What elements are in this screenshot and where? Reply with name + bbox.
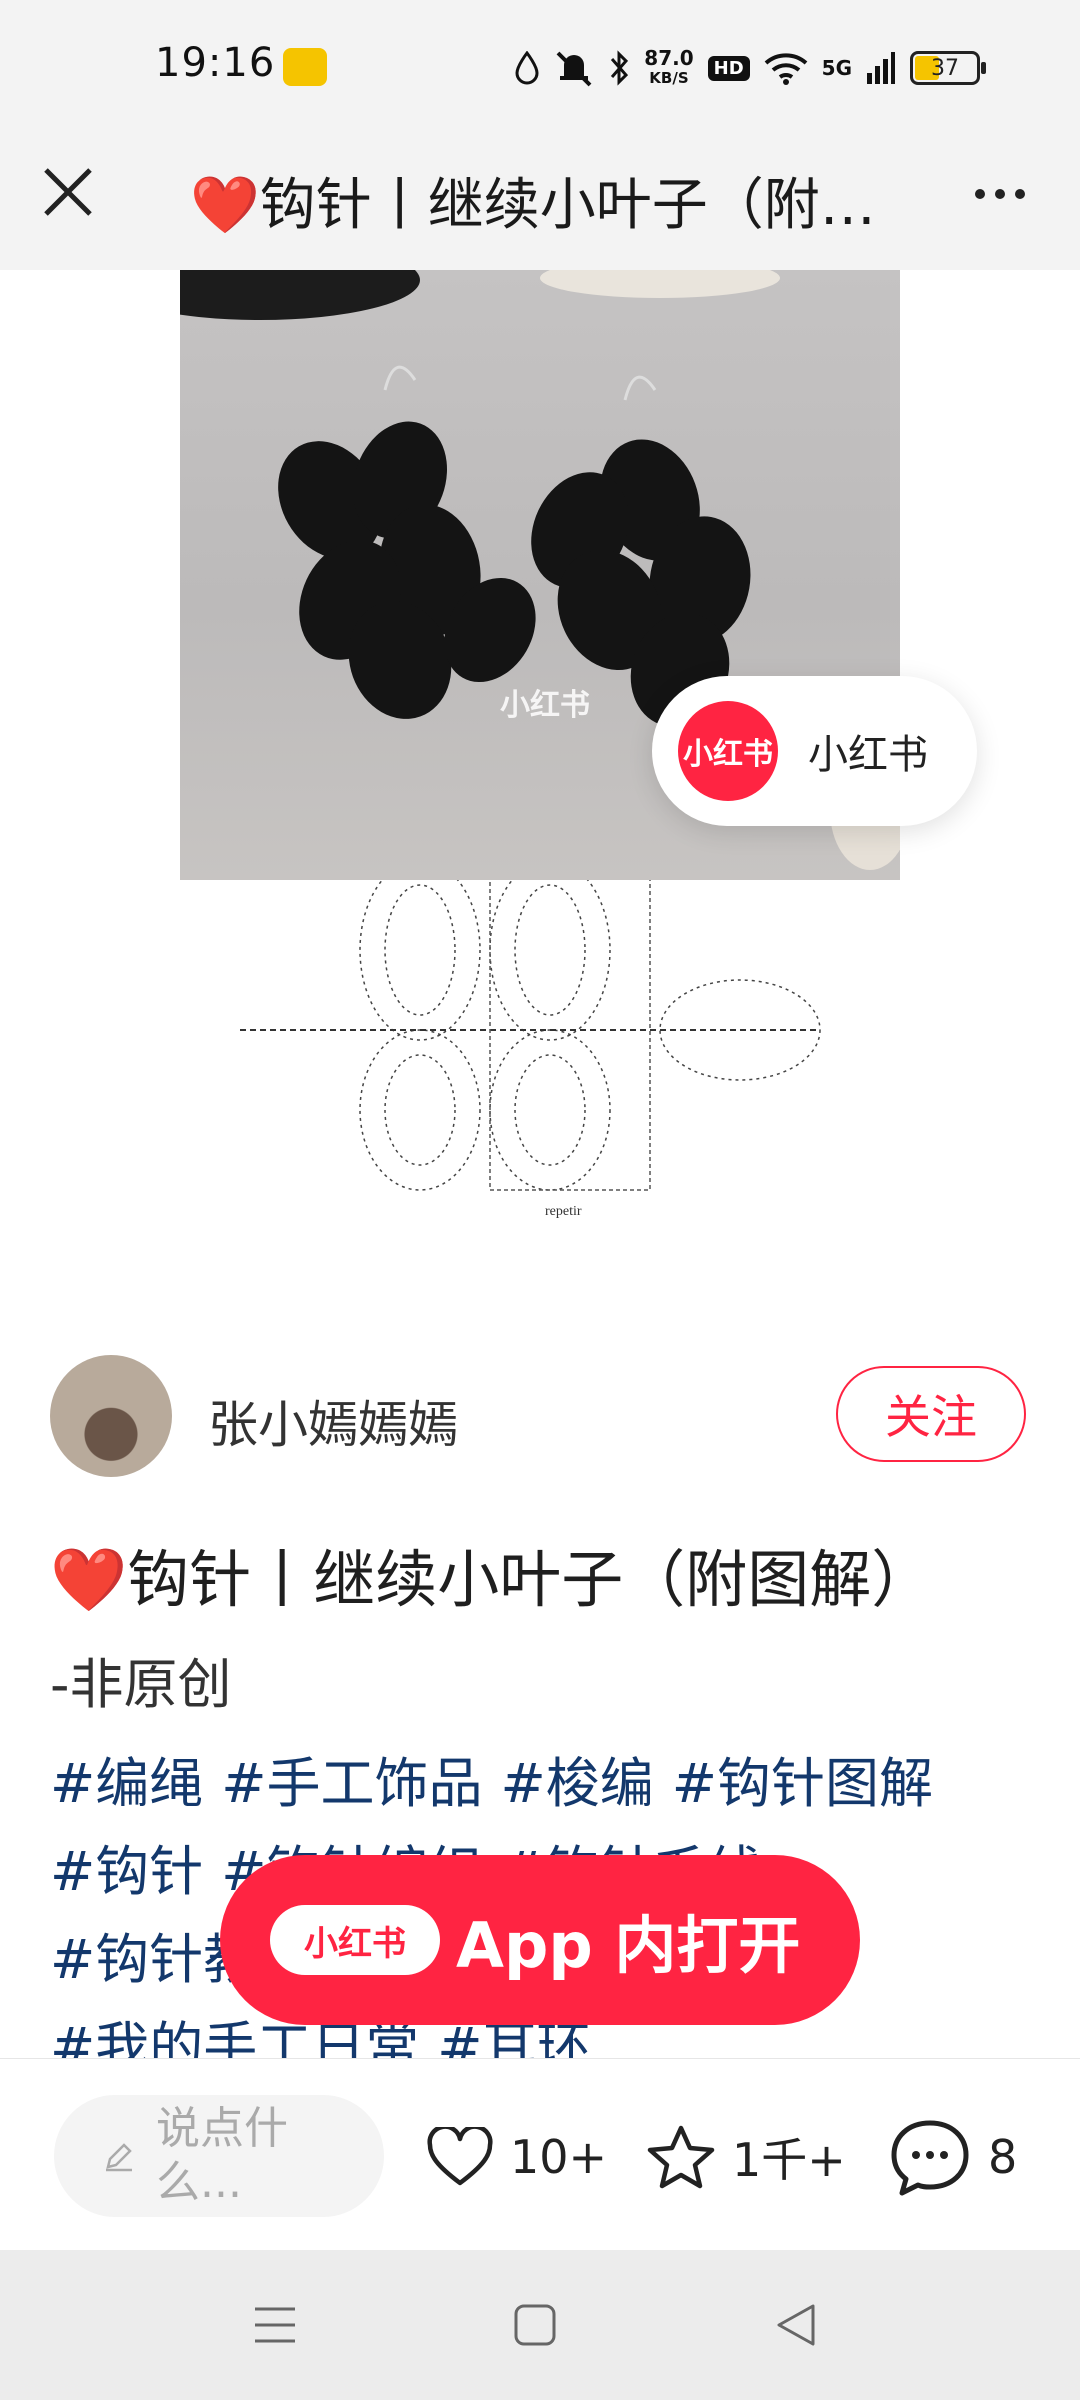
close-icon — [44, 168, 92, 216]
tag-link[interactable]: #梭编 — [501, 1752, 654, 1815]
author-name[interactable]: 张小嫣嫣嫣 — [208, 1385, 458, 1457]
tag-link[interactable]: #手工饰品 — [221, 1752, 482, 1815]
more-icon-dot — [995, 189, 1005, 199]
image-watermark: 小红书 — [500, 688, 590, 723]
open-in-app-label: App 内打开 — [456, 1909, 801, 1982]
home-icon — [514, 2304, 556, 2346]
chart-caption: repetir — [545, 1204, 582, 1219]
mute-icon — [554, 49, 594, 87]
open-in-app-button[interactable]: 小红书 App 内打开 — [220, 1855, 860, 2025]
comment-button[interactable]: 8 — [888, 2119, 1018, 2196]
system-nav-bar — [0, 2250, 1080, 2400]
bottom-action-bar: 说点什么... 10+ 1千+ 8 — [0, 2058, 1080, 2250]
more-button[interactable] — [960, 170, 1040, 218]
battery-icon: 37 — [910, 51, 986, 85]
collect-count: 1千+ — [732, 2133, 846, 2187]
status-bar: 19:16 87.0 KB/S HD 5G 37 — [0, 0, 1080, 120]
avatar[interactable] — [50, 1355, 172, 1477]
heart-icon — [427, 2127, 493, 2186]
note-title: ❤️钩针丨继续小叶子（附图解） — [50, 1543, 934, 1616]
game-app-icon — [283, 48, 327, 86]
more-icon — [975, 189, 985, 199]
net-speed: 87.0 KB/S — [644, 48, 693, 88]
star-icon — [647, 2125, 715, 2189]
menu-button[interactable] — [245, 2295, 305, 2355]
net-speed-unit: KB/S — [649, 69, 689, 87]
wifi-icon — [764, 51, 808, 85]
bluetooth-icon — [608, 49, 630, 87]
network-type: 5G — [821, 56, 852, 80]
note-subtitle: -非原创 — [50, 1653, 232, 1716]
xiaohongshu-badge[interactable]: 小红书 小红书 — [652, 676, 977, 826]
crochet-chart: repetir — [180, 819, 900, 1230]
author-row: 张小嫣嫣嫣 关注 — [0, 1350, 1080, 1480]
pencil-icon — [106, 2143, 132, 2172]
like-count: 10+ — [510, 2130, 608, 2184]
crochet-chart-drawing: repetir — [240, 819, 821, 1219]
signal-icon — [866, 51, 896, 85]
hd-badge: HD — [707, 55, 750, 81]
net-speed-value: 87.0 — [644, 46, 694, 70]
back-button[interactable] — [765, 2295, 825, 2355]
back-icon — [777, 2304, 815, 2346]
tag-link[interactable]: #钩针图解 — [672, 1752, 933, 1815]
follow-button[interactable]: 关注 — [836, 1366, 1026, 1462]
status-icons: 87.0 KB/S HD 5G 37 — [514, 40, 986, 96]
page-title: ❤️钩针丨继续小叶子（附图解）-非原创 — [190, 173, 890, 238]
xiaohongshu-badge-label: 小红书 — [808, 732, 928, 778]
tag-link[interactable]: #编绳 — [50, 1752, 203, 1815]
comment-placeholder: 说点什么... — [156, 2103, 288, 2208]
top-bar: ❤️钩针丨继续小叶子（附图解）-非原创 — [0, 120, 1080, 270]
more-icon-dot — [1015, 189, 1025, 199]
status-time: 19:16 — [155, 40, 276, 86]
collect-button[interactable]: 1千+ — [646, 2119, 846, 2195]
xiaohongshu-logo: 小红书 — [678, 701, 778, 801]
menu-icon — [255, 2307, 295, 2343]
close-button[interactable] — [36, 160, 100, 224]
xiaohongshu-logo: 小红书 — [270, 1905, 440, 1975]
battery-level: 37 — [931, 55, 959, 81]
home-button[interactable] — [505, 2295, 565, 2355]
comment-input[interactable]: 说点什么... — [54, 2095, 384, 2217]
tag-link[interactable]: #钩针 — [50, 1840, 203, 1903]
like-button[interactable]: 10+ — [426, 2119, 607, 2195]
comment-icon — [891, 2120, 969, 2196]
drop-icon — [514, 51, 540, 85]
comment-count: 8 — [988, 2130, 1018, 2184]
